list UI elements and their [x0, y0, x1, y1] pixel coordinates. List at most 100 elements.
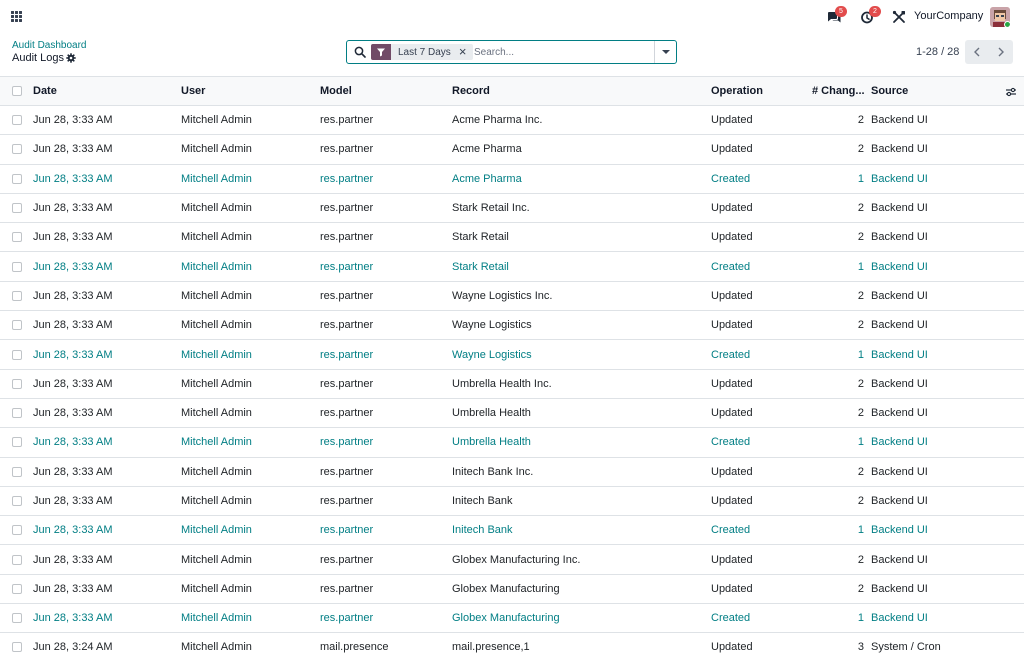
column-header-user[interactable]: User: [181, 77, 311, 105]
row-checkbox[interactable]: [12, 642, 22, 653]
column-header-operation[interactable]: Operation: [711, 77, 801, 105]
cell-source: Backend UI: [871, 495, 928, 507]
row-checkbox[interactable]: [12, 613, 22, 624]
row-checkbox[interactable]: [12, 320, 22, 331]
row-checkbox[interactable]: [12, 437, 22, 448]
chevron-down-icon[interactable]: [654, 41, 676, 63]
chevron-left-icon[interactable]: [965, 40, 989, 64]
column-header-record[interactable]: Record: [452, 77, 702, 105]
table-row[interactable]: Jun 28, 3:24 AM Mitchell Admin mail.presen…: [0, 633, 1024, 658]
cell-source: Backend UI: [871, 553, 928, 566]
cell-source: Backend UI: [871, 465, 928, 478]
cell-record: Initech Bank Inc.: [452, 465, 534, 478]
cell-model: res.partner: [320, 612, 374, 625]
table-row[interactable]: Jun 28, 3:33 AM Mitchell Admin res.partner…: [0, 604, 1024, 634]
row-checkbox[interactable]: [12, 232, 22, 243]
cell-changes: 2: [857, 319, 864, 332]
table-row[interactable]: Jun 28, 3:33 AM Mitchell Admin res.partner…: [0, 545, 1024, 575]
row-checkbox[interactable]: [12, 115, 22, 126]
row-checkbox[interactable]: [12, 408, 22, 419]
row-checkbox[interactable]: [12, 290, 22, 301]
table-row[interactable]: Jun 28, 3:33 AM Mitchell Admin res.partner…: [0, 516, 1024, 546]
cell-model: res.partner: [320, 260, 374, 273]
column-header-changes[interactable]: # Chang...: [812, 77, 864, 105]
cell-changes: 2: [857, 143, 864, 156]
apps-icon[interactable]: [11, 11, 22, 22]
select-all-checkbox[interactable]: [12, 86, 22, 96]
cell-date: Jun 28, 3:33 AM: [33, 495, 113, 507]
table-row[interactable]: Jun 28, 3:33 AM Mitchell Admin res.partner…: [0, 106, 1024, 136]
messages-icon[interactable]: 5: [826, 6, 847, 25]
cell-model: res.partner: [320, 231, 374, 244]
table-row[interactable]: Jun 28, 3:33 AM Mitchell Admin res.partner…: [0, 194, 1024, 224]
search-icon[interactable]: [354, 46, 366, 58]
cell-model: res.partner: [320, 377, 374, 390]
row-checkbox[interactable]: [12, 496, 22, 506]
company-switcher[interactable]: YourCompany: [914, 10, 983, 22]
activities-badge: 2: [869, 6, 881, 17]
cell-date: Jun 28, 3:33 AM: [33, 553, 113, 566]
table-header: Date User Model Record Operation # Chang…: [0, 76, 1024, 106]
cell-model: res.partner: [320, 172, 374, 185]
pager-value[interactable]: 1-28 / 28: [916, 46, 959, 58]
table-row[interactable]: Jun 28, 3:33 AM Mitchell Admin res.partner…: [0, 428, 1024, 458]
column-header-model[interactable]: Model: [320, 77, 440, 105]
optional-columns-icon[interactable]: [1005, 86, 1017, 98]
cell-model: mail.presence: [320, 641, 389, 654]
row-checkbox[interactable]: [12, 144, 22, 155]
cell-record: Stark Retail: [452, 231, 509, 244]
table-row[interactable]: Jun 28, 3:33 AM Mitchell Admin res.partner…: [0, 370, 1024, 399]
user-avatar[interactable]: [990, 7, 1010, 27]
cell-date: Jun 28, 3:33 AM: [33, 407, 113, 420]
cell-record: Initech Bank: [452, 524, 513, 537]
cell-operation: Updated: [711, 202, 753, 215]
settings-gear-icon[interactable]: [66, 53, 76, 63]
table-row[interactable]: Jun 28, 3:33 AM Mitchell Admin res.partner…: [0, 458, 1024, 487]
cell-changes: 2: [857, 407, 864, 420]
table-row[interactable]: Jun 28, 3:33 AM Mitchell Admin res.partner…: [0, 575, 1024, 605]
cell-source: Backend UI: [871, 202, 928, 215]
table-row[interactable]: Jun 28, 3:33 AM Mitchell Admin res.partner…: [0, 282, 1024, 312]
chevron-right-icon[interactable]: [989, 40, 1013, 64]
row-checkbox[interactable]: [12, 466, 22, 477]
row-checkbox[interactable]: [12, 173, 22, 184]
close-icon[interactable]: ×: [459, 44, 473, 60]
table-row[interactable]: Jun 28, 3:33 AM Mitchell Admin res.partner…: [0, 165, 1024, 194]
cell-date: Jun 28, 3:33 AM: [33, 319, 113, 332]
search-bar: Last 7 Days ×: [346, 40, 677, 64]
search-input[interactable]: [474, 44, 644, 60]
row-checkbox[interactable]: [12, 583, 22, 594]
cell-operation: Updated: [711, 143, 753, 156]
table-row[interactable]: Jun 28, 3:33 AM Mitchell Admin res.partner…: [0, 340, 1024, 370]
cell-operation: Created: [711, 260, 751, 273]
row-checkbox[interactable]: [12, 525, 22, 536]
row-checkbox[interactable]: [12, 261, 22, 272]
column-header-source[interactable]: Source: [871, 77, 981, 105]
cell-user: Mitchell Admin: [181, 172, 252, 185]
cell-operation: Updated: [711, 495, 753, 507]
row-checkbox[interactable]: [12, 203, 22, 214]
cell-date: Jun 28, 3:33 AM: [33, 348, 113, 361]
cell-source: Backend UI: [871, 377, 928, 390]
table-row[interactable]: Jun 28, 3:33 AM Mitchell Admin res.partner…: [0, 252, 1024, 282]
search-facet: Last 7 Days ×: [371, 44, 473, 60]
row-checkbox[interactable]: [12, 554, 22, 565]
cell-record: Initech Bank: [452, 495, 513, 507]
cell-changes: 2: [857, 289, 864, 302]
row-checkbox[interactable]: [12, 349, 22, 360]
breadcrumb[interactable]: Audit Dashboard: [12, 40, 87, 51]
cell-user: Mitchell Admin: [181, 289, 252, 302]
table-row[interactable]: Jun 28, 3:33 AM Mitchell Admin res.partner…: [0, 487, 1024, 517]
activities-icon[interactable]: 2: [860, 6, 881, 25]
row-checkbox[interactable]: [12, 378, 22, 389]
debug-icon[interactable]: [891, 9, 907, 25]
table-row[interactable]: Jun 28, 3:33 AM Mitchell Admin res.partner…: [0, 399, 1024, 429]
table-row[interactable]: Jun 28, 3:33 AM Mitchell Admin res.partner…: [0, 223, 1024, 253]
table-row[interactable]: Jun 28, 3:33 AM Mitchell Admin res.partner…: [0, 311, 1024, 341]
cell-changes: 2: [857, 553, 864, 566]
table-row[interactable]: Jun 28, 3:33 AM Mitchell Admin res.partner…: [0, 135, 1024, 165]
cell-model: res.partner: [320, 143, 374, 156]
cell-model: res.partner: [320, 114, 374, 127]
cell-operation: Created: [711, 348, 751, 361]
column-header-date[interactable]: Date: [33, 77, 173, 105]
